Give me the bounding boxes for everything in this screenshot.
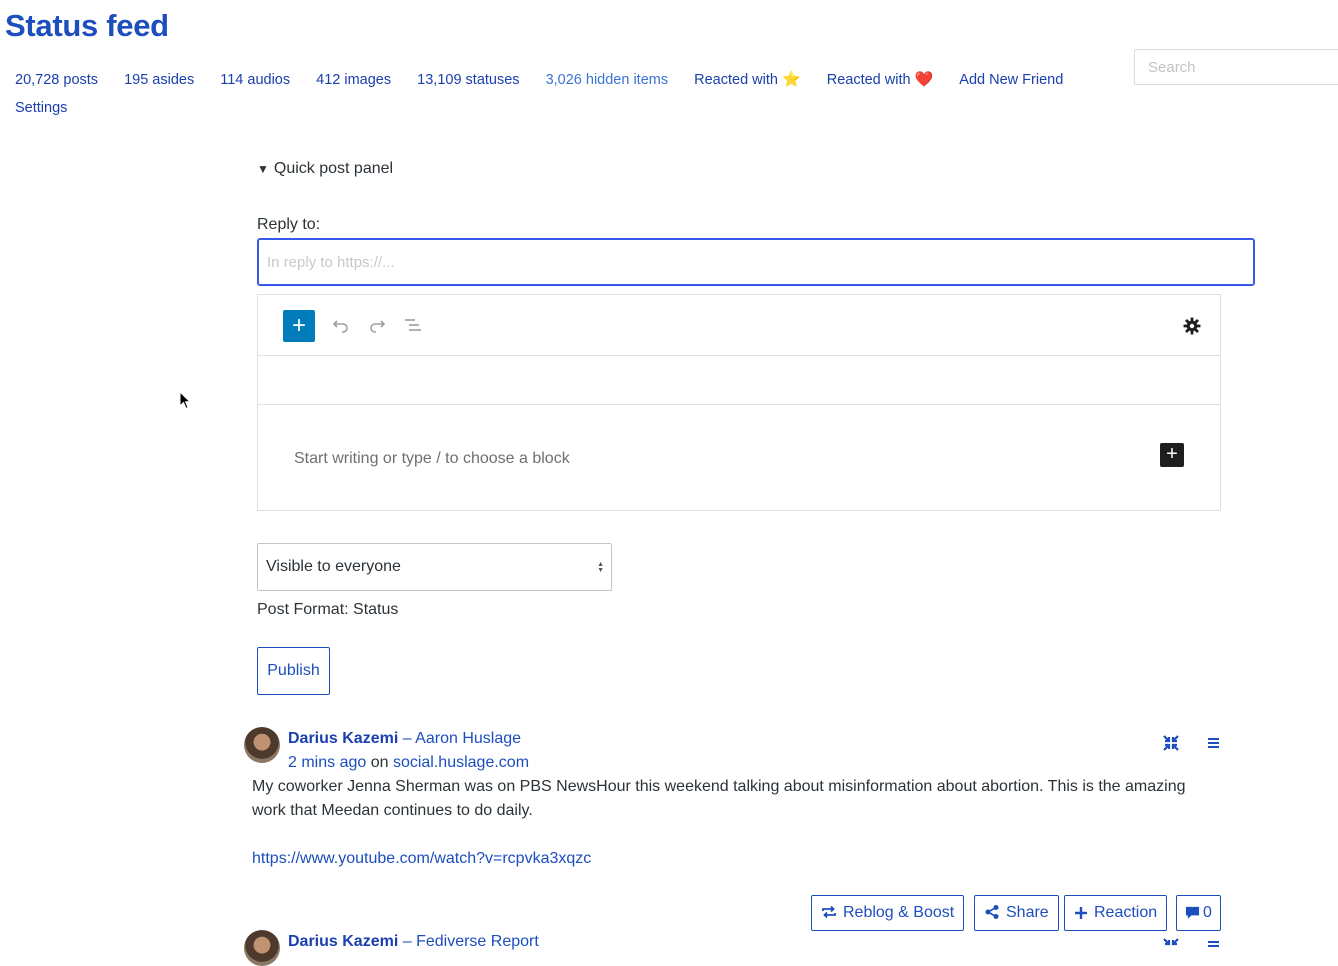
menu-icon[interactable] (1203, 733, 1223, 753)
quick-post-panel-toggle[interactable]: ▼ Quick post panel (257, 160, 393, 178)
post-site-link[interactable]: social.huslage.com (393, 754, 529, 771)
quick-post-panel-label: Quick post panel (273, 160, 394, 177)
visibility-selected-value: Visible to everyone (266, 558, 401, 575)
avatar[interactable] (244, 727, 280, 763)
nav-settings-link[interactable]: Settings (15, 100, 67, 116)
search-input[interactable] (1134, 49, 1338, 85)
nav-reacted-heart-label: Reacted with (826, 72, 911, 88)
visibility-select[interactable]: Visible to everyone ▲ ▼ (257, 543, 612, 591)
page-title: Status feed (5, 8, 169, 43)
nav-posts-link[interactable]: 20,728 posts (15, 72, 98, 88)
avatar[interactable] (244, 930, 280, 966)
reply-to-input[interactable] (257, 238, 1255, 286)
comments-button[interactable]: 0 (1176, 895, 1221, 931)
settings-gear-icon[interactable] (1182, 316, 1202, 336)
comment-icon (1185, 906, 1200, 919)
post-source-link[interactable]: Fediverse Report (416, 933, 539, 950)
undo-icon[interactable] (331, 315, 351, 335)
add-block-button[interactable]: + (283, 310, 315, 342)
triangle-down-icon: ▼ (257, 162, 269, 176)
nav-reacted-heart-link[interactable]: Reacted with ❤️ (826, 71, 934, 88)
post-header: Darius Kazemi – Aaron Huslage (288, 727, 521, 751)
list-view-icon[interactable] (403, 315, 423, 335)
editor-content-area[interactable]: Start writing or type / to choose a bloc… (258, 405, 1220, 510)
post-text: My coworker Jenna Sherman was on PBS New… (252, 778, 1186, 819)
nav-hidden-items-link[interactable]: 3,026 hidden items (546, 72, 669, 88)
select-arrows-icon: ▲ ▼ (597, 561, 604, 574)
post-link[interactable]: https://www.youtube.com/watch?v=rcpvka3x… (252, 850, 591, 867)
nav-reacted-star-label: Reacted with (694, 72, 778, 88)
post-author-separator: – (398, 933, 417, 950)
post-meta-on: on (366, 754, 393, 771)
comments-count: 0 (1203, 904, 1212, 921)
nav-audios-link[interactable]: 114 audios (220, 72, 290, 88)
mouse-cursor-icon (179, 391, 191, 410)
feed-nav: 20,728 posts 195 asides 114 audios 412 i… (15, 66, 1115, 122)
share-icon (985, 905, 999, 919)
reblog-boost-label: Reblog & Boost (843, 904, 955, 921)
post-time-link[interactable]: 2 mins ago (288, 754, 366, 771)
editor-title-field[interactable] (258, 356, 1220, 405)
post-author-link[interactable]: Darius Kazemi (288, 933, 398, 950)
share-label: Share (1006, 904, 1049, 921)
post-author-separator: – (398, 730, 416, 747)
reaction-label: Reaction (1094, 904, 1158, 921)
post-meta: 2 mins ago on social.huslage.com (288, 751, 529, 775)
nav-reacted-star-link[interactable]: Reacted with ⭐ (694, 71, 801, 88)
share-button[interactable]: Share (974, 895, 1059, 931)
post-content: My coworker Jenna Sherman was on PBS New… (252, 775, 1212, 895)
redo-icon[interactable] (367, 315, 387, 335)
reply-to-label: Reply to: (257, 216, 321, 233)
star-icon: ⭐ (782, 71, 801, 88)
nav-asides-link[interactable]: 195 asides (124, 72, 194, 88)
editor-placeholder-text: Start writing or type / to choose a bloc… (294, 450, 570, 467)
editor-toolbar: + (258, 295, 1220, 356)
plus-icon (1075, 907, 1087, 919)
heart-icon: ❤️ (914, 71, 934, 88)
post-source-link[interactable]: Aaron Huslage (415, 730, 521, 747)
block-editor: + Start writing or type / to choose a bl… (257, 294, 1221, 511)
post-format-label: Post Format: Status (257, 601, 399, 618)
nav-images-link[interactable]: 412 images (316, 72, 391, 88)
collapse-icon[interactable] (1161, 733, 1181, 753)
reblog-icon (822, 905, 836, 919)
nav-add-friend-link[interactable]: Add New Friend (959, 72, 1063, 88)
reblog-boost-button[interactable]: Reblog & Boost (811, 895, 965, 931)
reaction-button[interactable]: Reaction (1064, 895, 1168, 931)
collapse-icon[interactable] (1161, 936, 1181, 956)
menu-icon[interactable] (1203, 936, 1223, 956)
post-author-link[interactable]: Darius Kazemi (288, 730, 398, 747)
post-header: Darius Kazemi – Fediverse Report (288, 930, 539, 954)
inline-add-block-button[interactable]: + (1160, 443, 1184, 467)
publish-button[interactable]: Publish (257, 647, 330, 695)
nav-statuses-link[interactable]: 13,109 statuses (417, 72, 519, 88)
